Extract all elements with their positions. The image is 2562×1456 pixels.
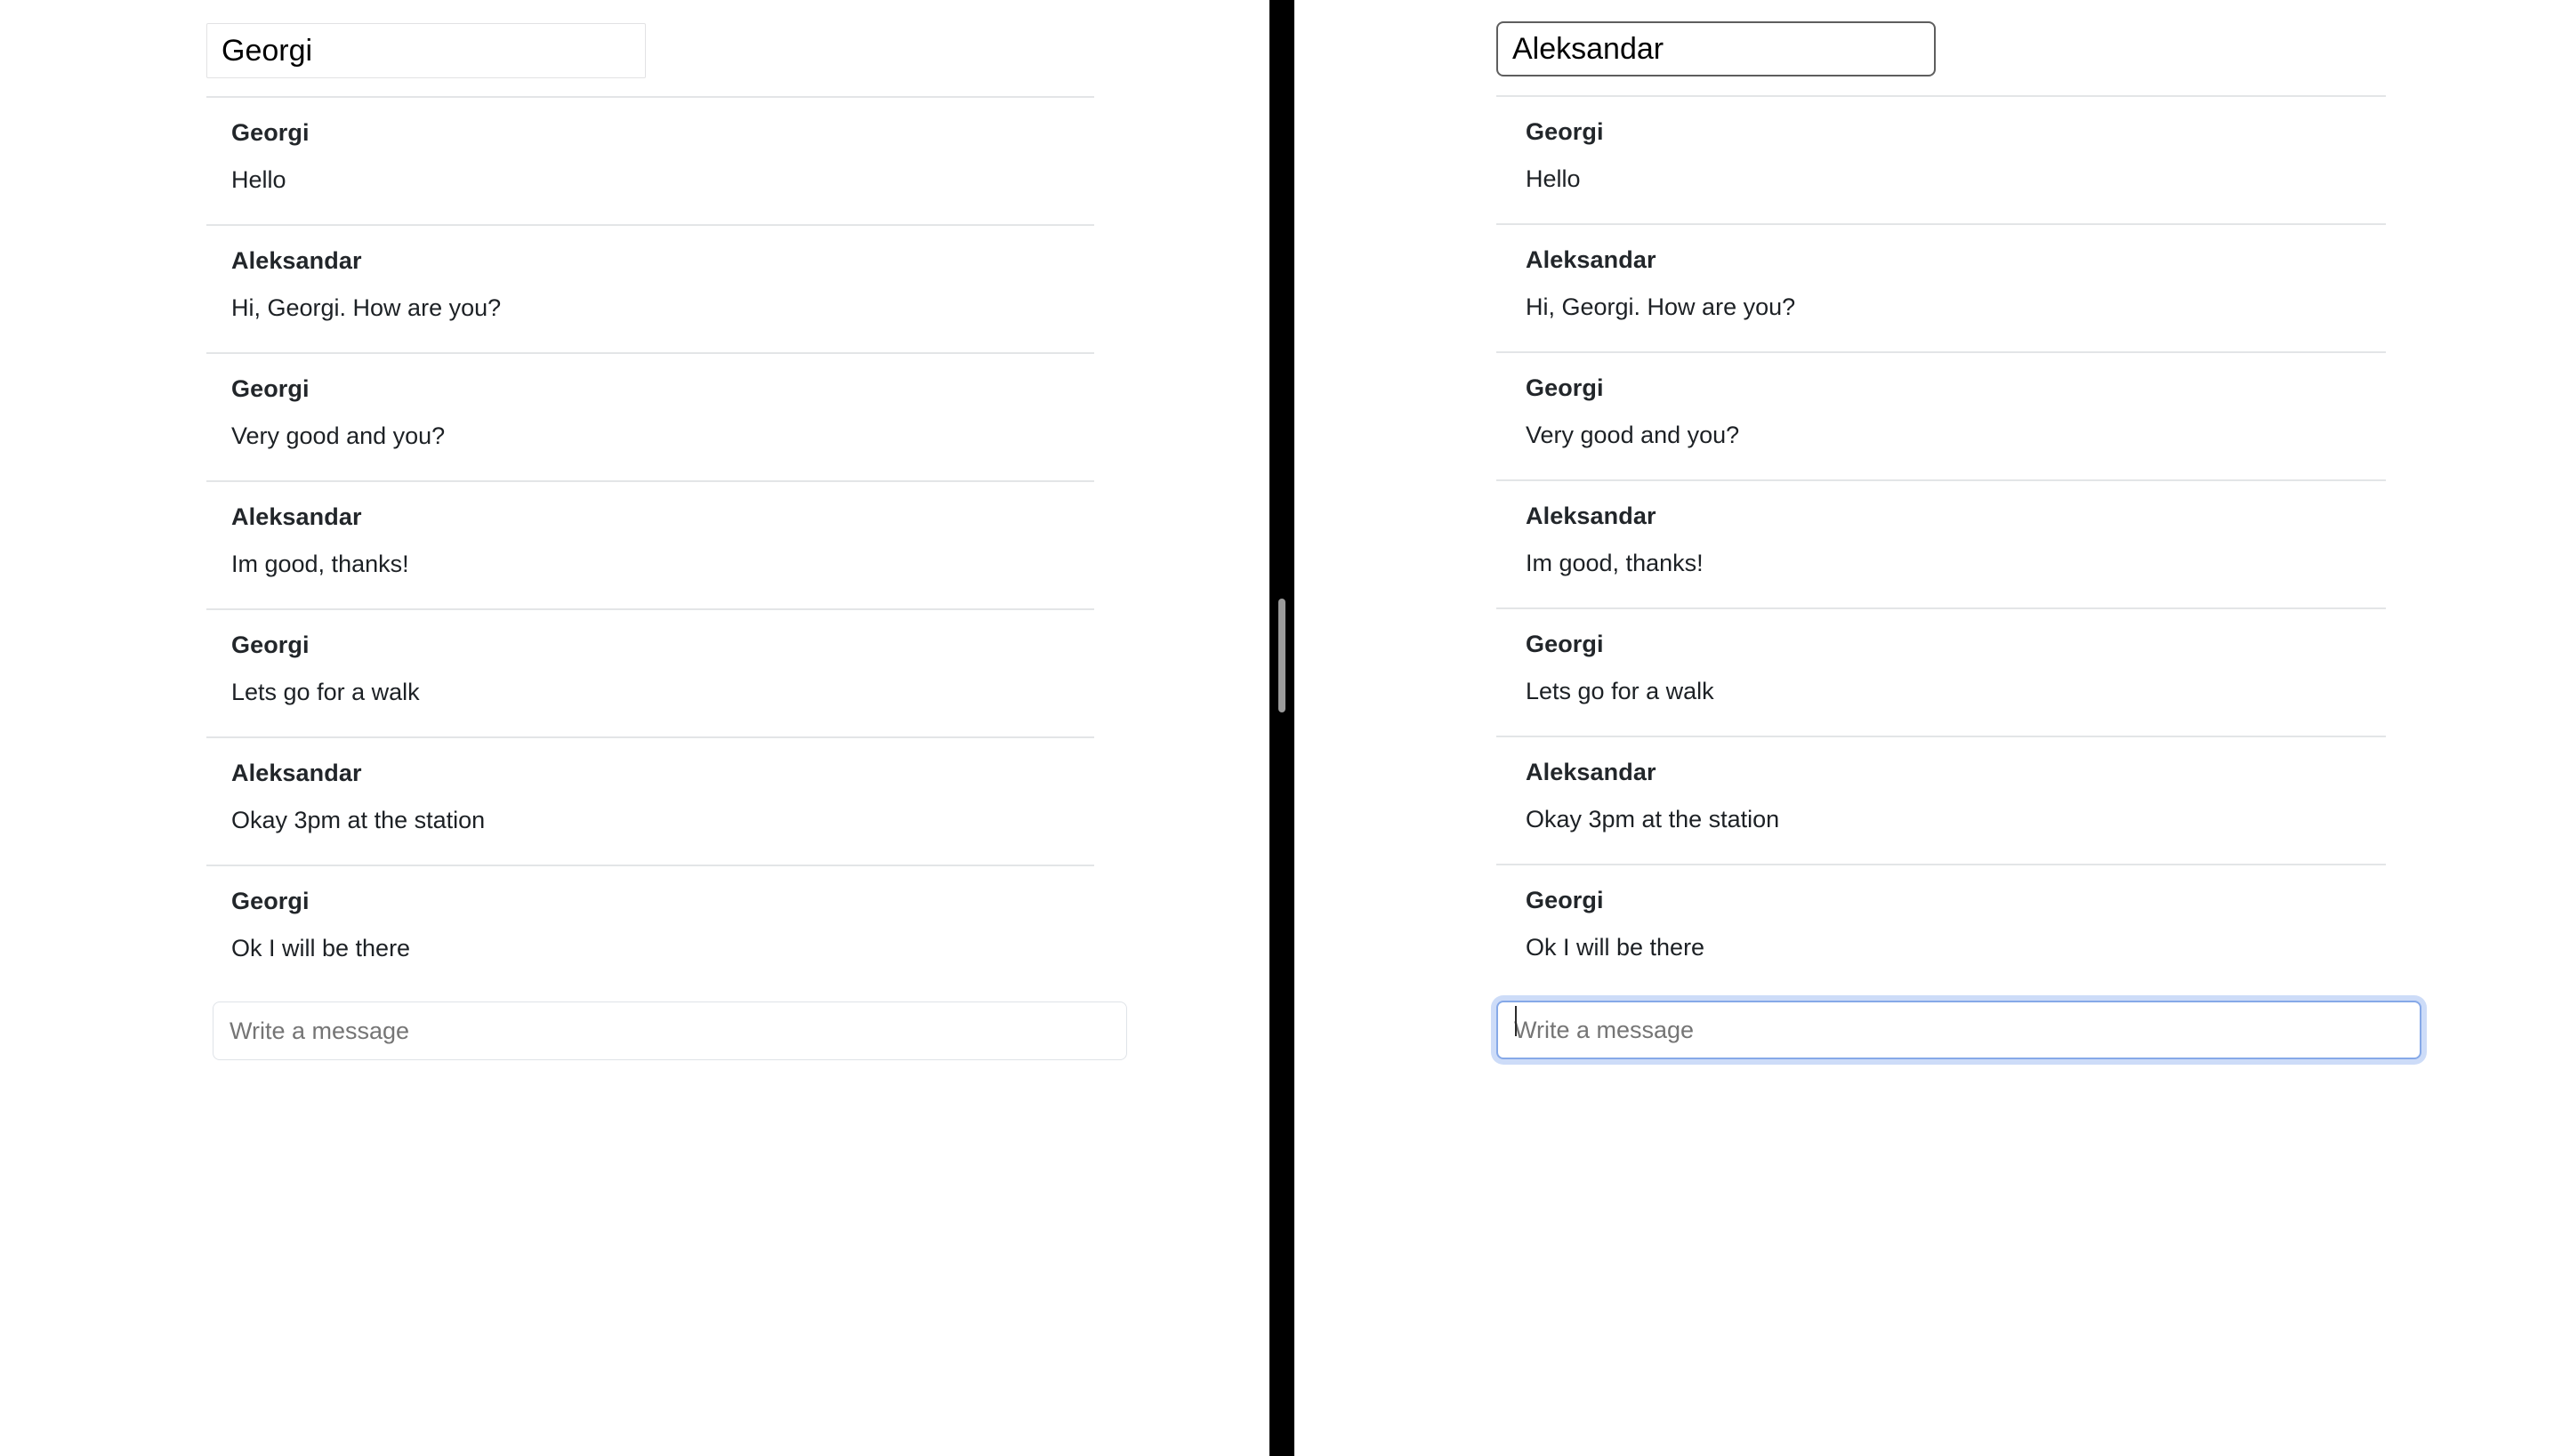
message-author: Georgi <box>231 631 310 658</box>
message-author: Aleksandar <box>231 503 362 530</box>
panel-content-right: Georgi Hello Aleksandar Hi, Georgi. How are… <box>1294 0 2562 1456</box>
message-row: Georgi Very good and you? <box>1496 351 2386 479</box>
username-input-left[interactable] <box>206 23 646 78</box>
message-text: Ok I will be there <box>1526 934 1705 961</box>
resize-handle[interactable] <box>1278 599 1285 712</box>
message-row: Aleksandar Im good, thanks! <box>206 480 1094 608</box>
message-row: Georgi Ok I will be there <box>206 865 1094 993</box>
message-row: Aleksandar Im good, thanks! <box>1496 479 2386 607</box>
message-row: Aleksandar Okay 3pm at the station <box>1496 736 2386 864</box>
message-author: Aleksandar <box>1526 246 1656 273</box>
message-input-left[interactable] <box>213 1002 1127 1060</box>
message-text: Okay 3pm at the station <box>231 807 486 833</box>
message-row: Georgi Ok I will be there <box>1496 864 2386 992</box>
message-row: Georgi Hello <box>206 96 1094 224</box>
panel-content-left: Georgi Hello Aleksandar Hi, Georgi. How are… <box>0 0 1269 1456</box>
message-text: Im good, thanks! <box>231 551 409 577</box>
message-author: Georgi <box>231 375 310 402</box>
message-author: Georgi <box>1526 887 1604 913</box>
chat-panel-right: Georgi Hello Aleksandar Hi, Georgi. How are… <box>1294 0 2562 1456</box>
message-input-right[interactable] <box>1496 1001 2421 1059</box>
message-author: Georgi <box>231 888 310 914</box>
message-row: Georgi Hello <box>1496 95 2386 223</box>
message-author: Aleksandar <box>231 247 362 274</box>
message-row: Aleksandar Okay 3pm at the station <box>206 736 1094 865</box>
compose-area-left <box>206 993 1127 1060</box>
message-row: Aleksandar Hi, Georgi. How are you? <box>1496 223 2386 351</box>
message-row: Georgi Lets go for a walk <box>206 608 1094 736</box>
message-row: Aleksandar Hi, Georgi. How are you? <box>206 224 1094 352</box>
message-text: Hi, Georgi. How are you? <box>231 294 502 321</box>
message-author: Georgi <box>231 119 310 146</box>
message-row: Georgi Very good and you? <box>206 352 1094 480</box>
message-author: Georgi <box>1526 118 1604 145</box>
message-text: Ok I will be there <box>231 935 411 961</box>
message-text: Okay 3pm at the station <box>1526 806 1780 833</box>
chat-panel-left: Georgi Hello Aleksandar Hi, Georgi. How are… <box>0 0 1269 1456</box>
message-author: Aleksandar <box>231 760 362 786</box>
compose-area-right <box>1496 992 2421 1059</box>
resize-divider[interactable] <box>1269 0 1294 1456</box>
message-author: Aleksandar <box>1526 759 1656 785</box>
message-text: Hi, Georgi. How are you? <box>1526 294 1796 320</box>
username-input-right[interactable] <box>1496 21 1936 76</box>
message-text: Im good, thanks! <box>1526 550 1704 576</box>
message-text: Lets go for a walk <box>231 679 420 705</box>
message-row: Georgi Lets go for a walk <box>1496 607 2386 736</box>
text-cursor <box>1515 1006 1517 1036</box>
message-author: Aleksandar <box>1526 503 1656 529</box>
message-text: Lets go for a walk <box>1526 678 1714 704</box>
message-text: Hello <box>231 166 286 193</box>
message-text: Very good and you? <box>1526 422 1740 448</box>
message-author: Georgi <box>1526 631 1604 657</box>
message-text: Hello <box>1526 165 1581 192</box>
message-author: Georgi <box>1526 374 1604 401</box>
comparison-screen: Georgi Hello Aleksandar Hi, Georgi. How are… <box>0 0 2562 1456</box>
message-text: Very good and you? <box>231 422 446 449</box>
message-thread-right: Georgi Hello Aleksandar Hi, Georgi. How are… <box>1496 95 2386 992</box>
message-thread-left: Georgi Hello Aleksandar Hi, Georgi. How are… <box>206 96 1094 993</box>
